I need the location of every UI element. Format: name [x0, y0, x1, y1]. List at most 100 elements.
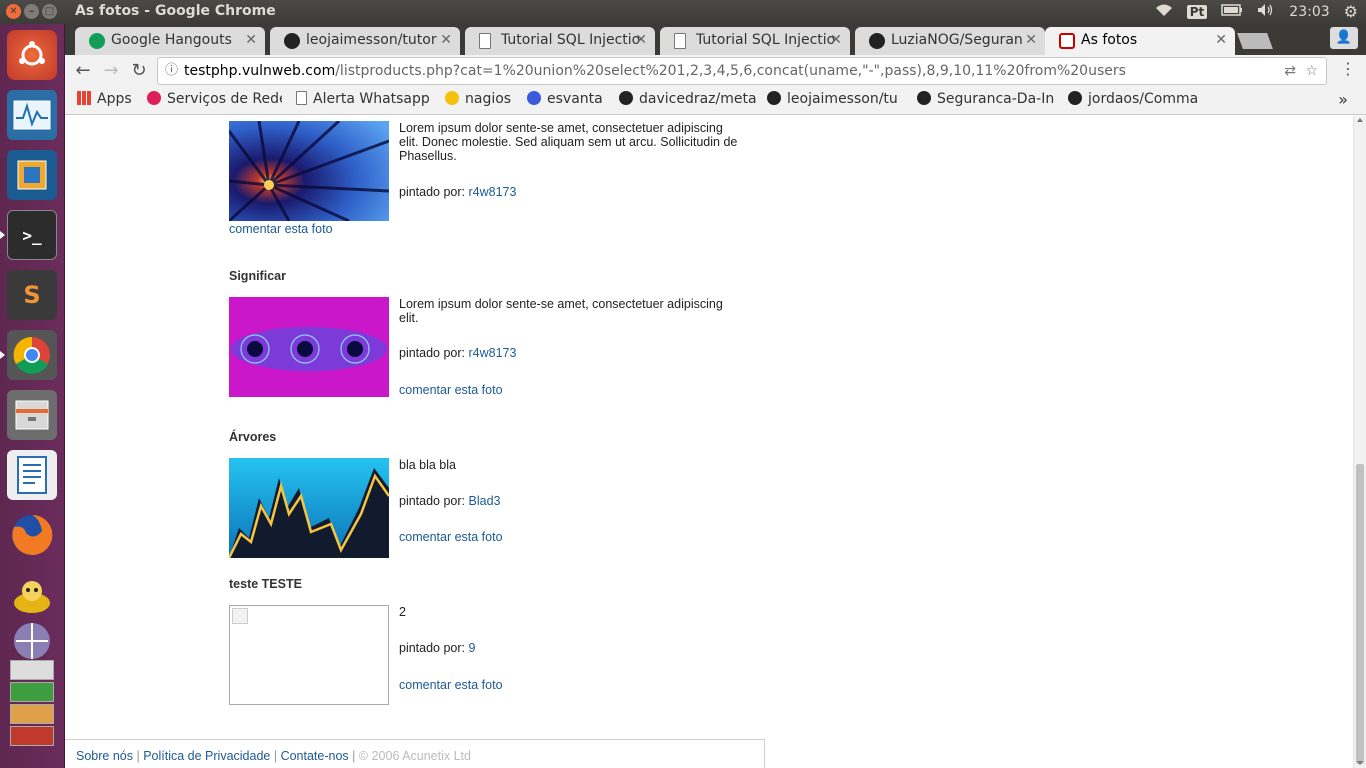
url-host: testphp.vulnweb.com: [184, 63, 336, 79]
footer-separator: |: [273, 749, 278, 763]
url-path: /listproducts.php?cat=1%20union%20select…: [335, 63, 1126, 79]
tab-github-luzianog[interactable]: LuziaNOG/Seguran ✕: [855, 27, 1045, 55]
reload-button[interactable]: ↻: [127, 59, 151, 83]
sublime-text-icon[interactable]: S: [7, 270, 57, 320]
bookmark-leojaimesson[interactable]: leojaimesson/tu: [767, 91, 905, 107]
close-tab-icon[interactable]: ✕: [245, 27, 257, 54]
close-tab-icon[interactable]: ✕: [830, 27, 842, 54]
address-bar[interactable]: ⓘ testphp.vulnweb.com/listproducts.php?c…: [157, 57, 1327, 85]
bookmark-jordaos[interactable]: jordaos/Comma: [1068, 91, 1206, 107]
top-panel: ✕ – □ As fotos - Google Chrome Pt 23:03 …: [0, 0, 1366, 24]
virtualbox-icon[interactable]: [7, 150, 57, 200]
window-controls: ✕ – □: [6, 4, 57, 19]
tab-github-leojaimesson[interactable]: leojaimesson/tutor ✕: [270, 27, 460, 55]
libreoffice-writer-icon[interactable]: [7, 450, 57, 500]
bookmark-nagios[interactable]: nagios: [445, 91, 520, 107]
product-painter: pintado por: 9: [399, 641, 476, 655]
translate-icon[interactable]: ⇄: [1284, 58, 1296, 84]
file-manager-icon[interactable]: [7, 390, 57, 440]
product-painter: pintado por: Blad3: [399, 494, 501, 508]
page-info-icon[interactable]: ⓘ: [165, 58, 178, 84]
settings-gear-icon[interactable]: ⚙: [1344, 2, 1358, 21]
profile-icon[interactable]: 👤: [1330, 27, 1358, 49]
broken-image-icon: [232, 608, 248, 624]
maximize-window-button[interactable]: □: [42, 4, 57, 19]
chrome-window: Google Hangouts ✕ leojaimesson/tutor ✕ T…: [65, 24, 1366, 768]
product-title: teste TESTE: [229, 577, 302, 591]
github-icon: [1068, 91, 1082, 105]
tab-strip: Google Hangouts ✕ leojaimesson/tutor ✕ T…: [65, 24, 1366, 55]
close-tab-icon[interactable]: ✕: [440, 27, 452, 54]
bookmarks-overflow-icon[interactable]: »: [1338, 90, 1348, 109]
author-link[interactable]: r4w8173: [469, 185, 517, 199]
product-image[interactable]: [227, 458, 391, 559]
bookmark-esvanta[interactable]: esvanta: [527, 91, 609, 107]
author-link[interactable]: r4w8173: [469, 346, 517, 360]
product-description: bla bla bla: [399, 458, 456, 472]
comment-link[interactable]: comentar esta foto: [229, 222, 333, 236]
hangouts-icon: [89, 33, 105, 49]
product-image[interactable]: [227, 119, 390, 223]
tab-google-hangouts[interactable]: Google Hangouts ✕: [75, 27, 265, 55]
bookmark-alerta-whatsapp[interactable]: Alerta Whatsapp: [296, 91, 431, 107]
lightbulb-icon: [445, 91, 459, 105]
clock[interactable]: 23:03: [1289, 4, 1329, 20]
contact-link[interactable]: Contate-nos: [281, 749, 349, 763]
back-button[interactable]: ←: [71, 59, 95, 83]
tab-tutorial-sql-2[interactable]: Tutorial SQL Injectio ✕: [660, 27, 850, 55]
bookmark-seguranca-da-in[interactable]: Seguranca-Da-In: [917, 91, 1055, 107]
battery-icon[interactable]: [1221, 3, 1243, 20]
system-monitor-icon[interactable]: [7, 90, 57, 140]
comment-link[interactable]: comentar esta foto: [399, 530, 503, 544]
privacy-link[interactable]: Política de Privacidade: [143, 749, 270, 763]
vertical-scrollbar[interactable]: [1353, 116, 1366, 768]
bookmark-davicedraz[interactable]: davicedraz/meta: [619, 91, 757, 107]
chrome-icon[interactable]: [7, 330, 57, 380]
keyboard-layout-indicator[interactable]: Pt: [1186, 4, 1208, 19]
close-tab-icon[interactable]: ✕: [1215, 27, 1227, 54]
tab-as-fotos[interactable]: As fotos ✕: [1045, 27, 1235, 55]
firefox-icon[interactable]: [7, 510, 57, 560]
volume-icon[interactable]: [1257, 3, 1275, 21]
broken-image[interactable]: [229, 605, 389, 705]
bookmark-servicos-de-rede[interactable]: Serviços de Rede: [147, 91, 282, 107]
new-tab-button[interactable]: [1237, 33, 1273, 49]
footer-separator: |: [136, 749, 140, 763]
author-link[interactable]: 9: [469, 641, 476, 655]
scroll-up-arrow-icon[interactable]: [1357, 118, 1363, 122]
github-icon: [767, 91, 781, 105]
unity-launcher: >_ S: [0, 24, 65, 768]
scrollbar-thumb[interactable]: [1356, 464, 1364, 764]
workspace-switcher-icon[interactable]: [7, 616, 57, 666]
comment-link[interactable]: comentar esta foto: [399, 678, 503, 692]
about-link[interactable]: Sobre nós: [76, 749, 133, 763]
bookmark-apps[interactable]: Apps: [77, 91, 139, 107]
wifi-icon[interactable]: [1155, 3, 1173, 21]
browser-toolbar: ← → ↻ ⓘ testphp.vulnweb.com/listproducts…: [65, 55, 1366, 87]
footer-separator: |: [352, 749, 356, 763]
apps-grid-icon: [77, 91, 91, 105]
running-indicator: [0, 351, 5, 359]
product-painter: pintado por: r4w8173: [399, 346, 517, 360]
bookmark-star-icon[interactable]: ☆: [1305, 58, 1318, 84]
close-tab-icon[interactable]: ✕: [1025, 27, 1037, 54]
stacked-apps-icon[interactable]: [7, 660, 57, 750]
github-icon: [869, 33, 885, 49]
author-link[interactable]: Blad3: [469, 494, 501, 508]
product-description: Lorem ipsum dolor sente-se amet, consect…: [399, 121, 738, 163]
close-tab-icon[interactable]: ✕: [635, 27, 647, 54]
running-indicator: [0, 231, 5, 239]
github-icon: [917, 91, 931, 105]
chrome-menu-button[interactable]: ⋮: [1340, 59, 1356, 78]
genie-app-icon[interactable]: [7, 570, 57, 620]
terminal-icon[interactable]: >_: [7, 210, 57, 260]
product-description: Lorem ipsum dolor sente-se amet, consect…: [399, 297, 723, 325]
close-window-button[interactable]: ✕: [6, 4, 21, 19]
comment-link[interactable]: comentar esta foto: [399, 383, 503, 397]
ubuntu-dash-icon[interactable]: [7, 30, 57, 80]
tab-tutorial-sql-1[interactable]: Tutorial SQL Injectio ✕: [465, 27, 655, 55]
scroll-down-arrow-icon[interactable]: [1357, 761, 1363, 765]
minimize-window-button[interactable]: –: [24, 4, 39, 19]
forward-button[interactable]: →: [99, 59, 123, 83]
product-image[interactable]: [229, 297, 389, 397]
